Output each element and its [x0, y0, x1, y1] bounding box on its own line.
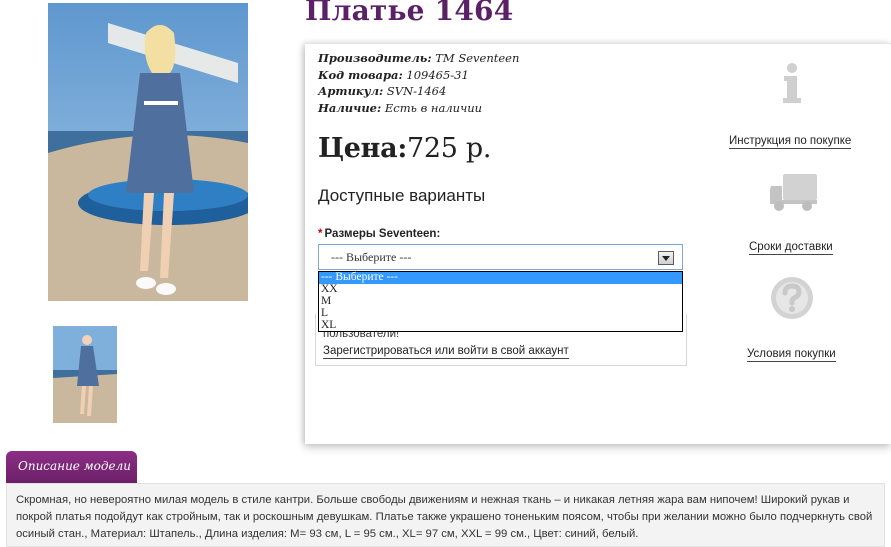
variants-heading: Доступные варианты [318, 186, 486, 205]
product-thumbnail[interactable] [53, 326, 117, 423]
spec-label: Артикул: [318, 84, 384, 98]
product-title: Платье 1464 [305, 0, 514, 27]
product-price: Цена:725 р. [318, 133, 491, 164]
size-select-value: --- Выберите --- [331, 250, 412, 264]
spec-value: Есть в наличии [384, 100, 483, 115]
size-option[interactable]: XL [319, 319, 682, 332]
spec-product-code: Код товара: 109465-31 [318, 67, 519, 84]
product-main-image[interactable] [48, 3, 248, 301]
product-specs: Производитель: ТМ Seventeen Код товара: … [318, 50, 519, 116]
truck-icon[interactable] [769, 172, 819, 216]
size-options-list: --- Выберите --- XX M L XL [318, 271, 683, 332]
spec-availability: Наличие: Есть в наличии [318, 100, 519, 117]
size-option[interactable]: M [319, 295, 682, 308]
spec-value: SVN-1464 [386, 84, 447, 98]
spec-manufacturer: Производитель: ТМ Seventeen [318, 50, 519, 67]
chevron-down-icon[interactable] [658, 251, 674, 265]
size-option[interactable]: L [319, 307, 682, 320]
delivery-times-link[interactable]: Сроки доставки [749, 241, 833, 255]
size-label: * Размеры Seventeen: [318, 228, 440, 240]
register-login-link[interactable]: Зарегистрироваться или войти в свой акка… [323, 345, 569, 359]
description-text: Скромная, но невероятно милая модель в с… [16, 494, 873, 540]
price-label: Цена: [318, 133, 407, 164]
spec-label: Код товара: [318, 67, 403, 82]
purchase-conditions-link[interactable]: Условия покупки [747, 348, 836, 362]
spec-label: Наличие: [318, 100, 382, 115]
size-select[interactable]: --- Выберите --- [318, 244, 683, 270]
purchase-instructions-link[interactable]: Инструкция по покупке [729, 135, 852, 149]
spec-article: Артикул: SVN-1464 [318, 83, 519, 100]
size-label-text: Размеры Seventeen: [324, 228, 441, 240]
price-value: 725 р. [407, 133, 492, 164]
info-icon[interactable] [780, 62, 804, 108]
size-option[interactable]: --- Выберите --- [319, 271, 682, 284]
required-mark: * [318, 228, 323, 240]
spec-label: Производитель: [318, 51, 432, 65]
tab-model-description[interactable]: Описание модели [6, 451, 137, 484]
spec-value: ТМ Seventeen [435, 51, 520, 65]
spec-value: 109465-31 [406, 67, 469, 82]
size-option[interactable]: XX [319, 283, 682, 296]
question-icon[interactable] [770, 276, 814, 324]
